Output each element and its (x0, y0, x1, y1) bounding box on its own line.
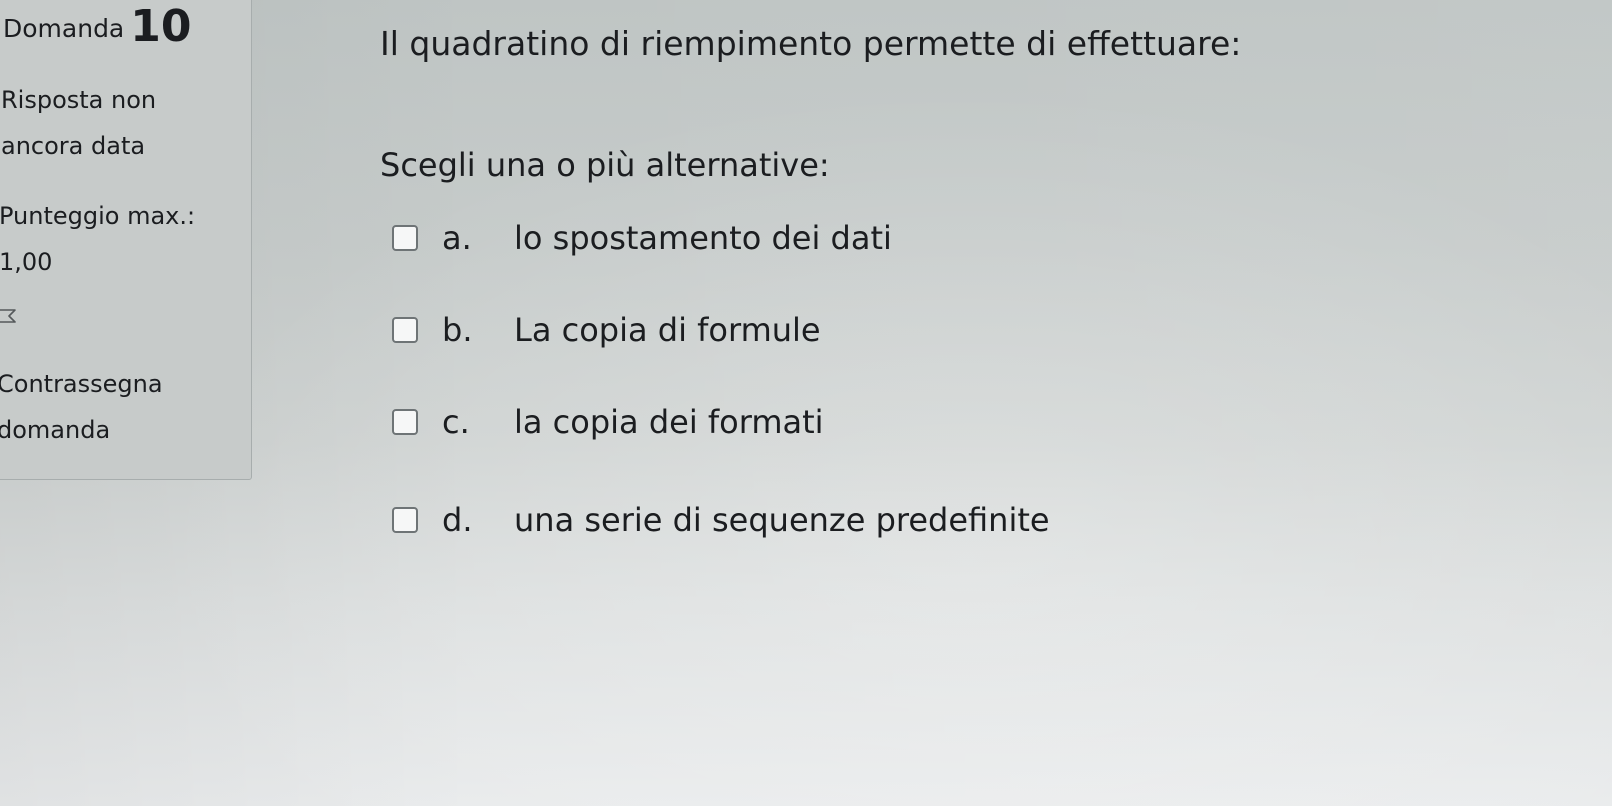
flag-line-1: Contrassegna (0, 370, 163, 398)
option-d-checkbox[interactable] (392, 507, 418, 533)
grade-line-1: Punteggio max.: (0, 202, 196, 230)
option-c-letter: c. (442, 403, 470, 441)
option-d-label: una serie di sequenze predefinite (514, 501, 1050, 539)
answer-prompt: Scegli una o più alternative: (380, 146, 830, 184)
question-label: Domanda (3, 14, 125, 43)
flag-question-link[interactable]: Contrassegna domanda (0, 361, 163, 453)
option-b-checkbox[interactable] (392, 317, 418, 343)
question-text: Il quadratino di riempimento permette di… (380, 24, 1242, 63)
option-a-label: lo spostamento dei dati (514, 219, 892, 257)
option-a-checkbox[interactable] (392, 225, 418, 251)
option-a[interactable]: a. lo spostamento dei dati (392, 218, 892, 258)
option-d-letter: d. (442, 501, 473, 539)
question-number: 10 (130, 1, 192, 52)
question-number-heading: Domanda 10 (3, 1, 192, 52)
option-c[interactable]: c. la copia dei formati (392, 402, 824, 442)
state-line-1: Risposta non (1, 86, 157, 114)
grade-line-2: 1,00 (0, 248, 53, 276)
question-state: Risposta non ancora data (1, 77, 156, 169)
option-c-checkbox[interactable] (392, 409, 418, 435)
state-line-2: ancora data (1, 132, 146, 160)
option-b[interactable]: b. La copia di formule (392, 310, 821, 350)
option-c-label: la copia dei formati (514, 403, 824, 441)
option-a-letter: a. (442, 219, 472, 257)
option-b-letter: b. (442, 311, 473, 349)
flag-line-2: domanda (0, 416, 111, 444)
option-b-label: La copia di formule (514, 311, 821, 349)
question-info-panel: Domanda 10 Risposta non ancora data Punte… (0, 0, 252, 480)
flag-icon[interactable] (0, 307, 19, 337)
question-grade: Punteggio max.: 1,00 (0, 193, 195, 285)
option-d[interactable]: d. una serie di sequenze predefinite (392, 500, 1050, 540)
